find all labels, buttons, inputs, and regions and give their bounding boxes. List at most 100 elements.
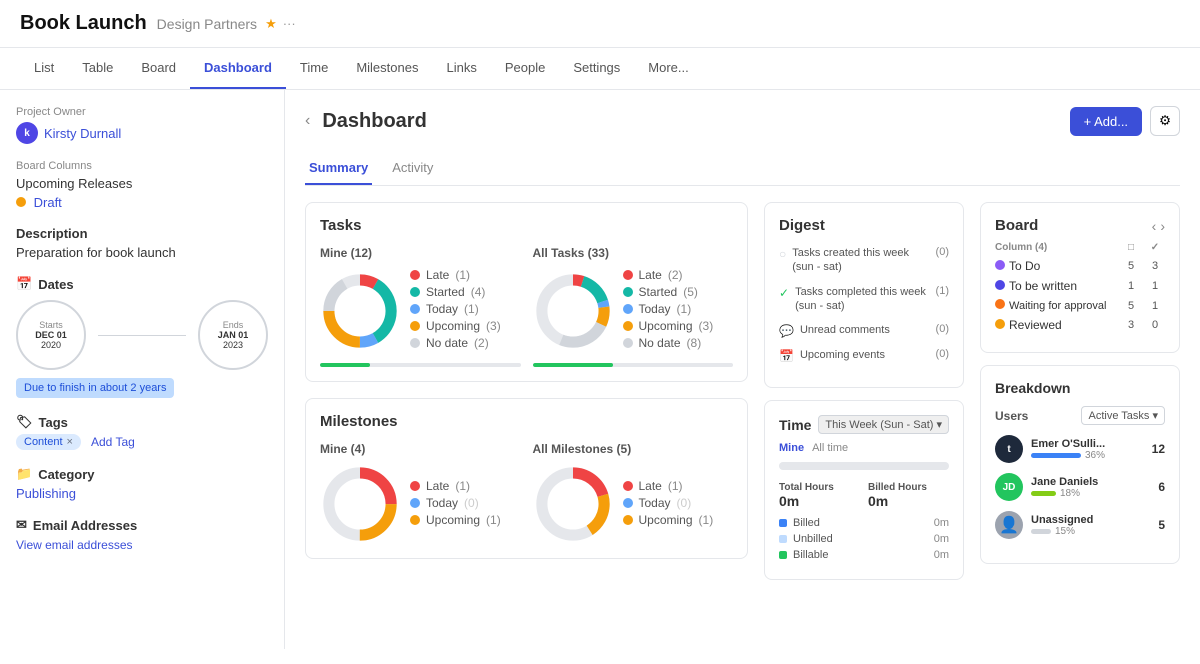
add-tag-button[interactable]: Add Tag — [91, 435, 135, 449]
tasks-mine-progress — [320, 363, 521, 367]
board-next-button[interactable]: › — [1160, 218, 1165, 234]
digest-title: Digest — [779, 217, 949, 234]
nav-table[interactable]: Table — [68, 48, 127, 89]
unbilled-val: 0m — [934, 533, 949, 545]
collapse-sidebar-button[interactable]: ‹ — [305, 112, 310, 130]
time-bar — [779, 462, 949, 470]
tasks-mine-chart: Late (1) Started(4) Today (1) Upcoming(3… — [320, 268, 521, 353]
nav-board[interactable]: Board — [127, 48, 190, 89]
tasks-all: All Tasks (33) — [533, 246, 734, 367]
ma-upcoming: Upcoming(1) — [623, 513, 734, 527]
user1-count: 12 — [1152, 442, 1165, 456]
ma-late: Late (1) — [623, 479, 734, 493]
user2-bar — [1031, 491, 1056, 496]
user3-name: Unassigned — [1031, 514, 1111, 526]
starts-label: Starts — [39, 320, 63, 330]
user3-pct: 15% — [1055, 526, 1075, 537]
nav-time[interactable]: Time — [286, 48, 342, 89]
user-name[interactable]: Kirsty Durnall — [44, 126, 121, 141]
calendar-icon: 📅 — [779, 349, 794, 363]
nav-dashboard[interactable]: Dashboard — [190, 48, 286, 89]
billed-label: Billed — [793, 517, 820, 529]
milestones-mine-chart: Late (1) Today (0) Upcoming(1) — [320, 464, 521, 544]
check-icon: ✓ — [779, 286, 789, 300]
nav-milestones[interactable]: Milestones — [342, 48, 432, 89]
email-section: ✉ Email Addresses — [16, 517, 268, 533]
written-done: 1 — [1145, 280, 1165, 292]
end-date: Ends JAN 01 2023 — [198, 300, 268, 370]
description-label: Description — [16, 226, 88, 241]
tasks-mine-donut — [320, 271, 400, 351]
star-icon[interactable]: ★ — [265, 16, 277, 32]
category-value[interactable]: Publishing — [16, 486, 76, 501]
dashboard-tabs: Summary Activity — [305, 152, 1180, 186]
tasks-grid: Mine (12) — [320, 246, 733, 367]
sidebar-category: 📁 Category Publishing — [16, 466, 268, 501]
tasks-all-label: All Tasks (33) — [533, 246, 734, 260]
tab-activity[interactable]: Activity — [388, 152, 437, 185]
remove-tag-button[interactable]: × — [67, 436, 73, 448]
tag-icon: 🏷 — [16, 414, 33, 430]
user2-info: Jane Daniels 18% — [1031, 476, 1150, 499]
total-hours-label: Total Hours — [779, 482, 860, 493]
nav-people[interactable]: People — [491, 48, 559, 89]
time-tab-mine[interactable]: Mine — [779, 442, 804, 454]
user2-pct: 18% — [1060, 488, 1080, 499]
billable-label: Billable — [793, 549, 828, 561]
time-selector[interactable]: This Week (Sun - Sat) ▾ — [818, 415, 949, 434]
breakdown-filter-button[interactable]: Active Tasks ▾ — [1081, 406, 1165, 425]
all-nodate: No date (8) — [623, 336, 734, 350]
add-button[interactable]: + Add... — [1070, 107, 1142, 136]
reviewed-dot — [995, 319, 1005, 329]
milestones-all-chart: Late (1) Today (0) Upcoming(1) — [533, 464, 734, 544]
user3-avatar: 👤 — [995, 511, 1023, 539]
view-email-link[interactable]: View email addresses — [16, 538, 133, 552]
description-section-title: Description — [16, 226, 268, 241]
project-subtitle: Design Partners — [157, 16, 257, 32]
milestones-mine-label: Mine (4) — [320, 442, 521, 456]
dot-red2 — [623, 270, 633, 280]
time-tabs: Mine All time — [779, 442, 949, 454]
breakdown-card: Breakdown Users Active Tasks ▾ t Emer O'… — [980, 365, 1180, 564]
nav-more[interactable]: More... — [634, 48, 702, 89]
main-cards: Tasks Mine (12) — [305, 202, 748, 580]
billed-dot — [779, 519, 787, 527]
tag-label: Content — [24, 436, 63, 448]
content-tag[interactable]: Content × — [16, 434, 81, 450]
total-hours: Total Hours 0m — [779, 482, 860, 509]
board-col-header: Column (4) □ ✓ — [995, 242, 1165, 253]
nav-links[interactable]: Links — [432, 48, 490, 89]
board-row-reviewed-label: Reviewed — [995, 318, 1117, 332]
page-layout: Project Owner k Kirsty Durnall Board Col… — [0, 90, 1200, 649]
unbilled-dot — [779, 535, 787, 543]
ends-year: 2023 — [223, 340, 243, 350]
progress-fill — [320, 363, 370, 367]
all-late: Late (2) — [623, 268, 734, 282]
board-row-reviewed: Reviewed 3 0 — [995, 318, 1165, 332]
user1-name: Emer O'Sulli... — [1031, 438, 1111, 450]
time-unbilled-row: Unbilled 0m — [779, 533, 949, 545]
m-late: Late (1) — [410, 479, 521, 493]
time-breakdown: Billed 0m Unbilled 0m Billable 0m — [779, 517, 949, 561]
settings-button[interactable]: ⚙ — [1150, 106, 1180, 136]
total-hours-value: 0m — [779, 493, 860, 509]
more-dots-icon[interactable]: ··· — [283, 16, 296, 31]
m-dot-yellow — [410, 515, 420, 525]
time-stats: Total Hours 0m Billed Hours 0m — [779, 482, 949, 509]
waiting-open: 5 — [1121, 300, 1141, 312]
milestones-all-donut — [533, 464, 613, 544]
sidebar-project-owner: Project Owner k Kirsty Durnall — [16, 106, 268, 144]
draft-label[interactable]: Draft — [34, 195, 62, 210]
nav-settings[interactable]: Settings — [559, 48, 634, 89]
tab-summary[interactable]: Summary — [305, 152, 372, 185]
board-col-open-header: □ — [1121, 242, 1141, 253]
billed-hours-label: Billed Hours — [868, 482, 949, 493]
ma-dot-blue — [623, 498, 633, 508]
nav-list[interactable]: List — [20, 48, 68, 89]
board-prev-button[interactable]: ‹ — [1152, 218, 1157, 234]
time-tab-all[interactable]: All time — [812, 442, 848, 454]
date-connector — [98, 335, 186, 336]
user1-info: Emer O'Sulli... 36% — [1031, 438, 1144, 461]
tasks-title: Tasks — [320, 217, 733, 234]
comment-icon: 💬 — [779, 324, 794, 338]
